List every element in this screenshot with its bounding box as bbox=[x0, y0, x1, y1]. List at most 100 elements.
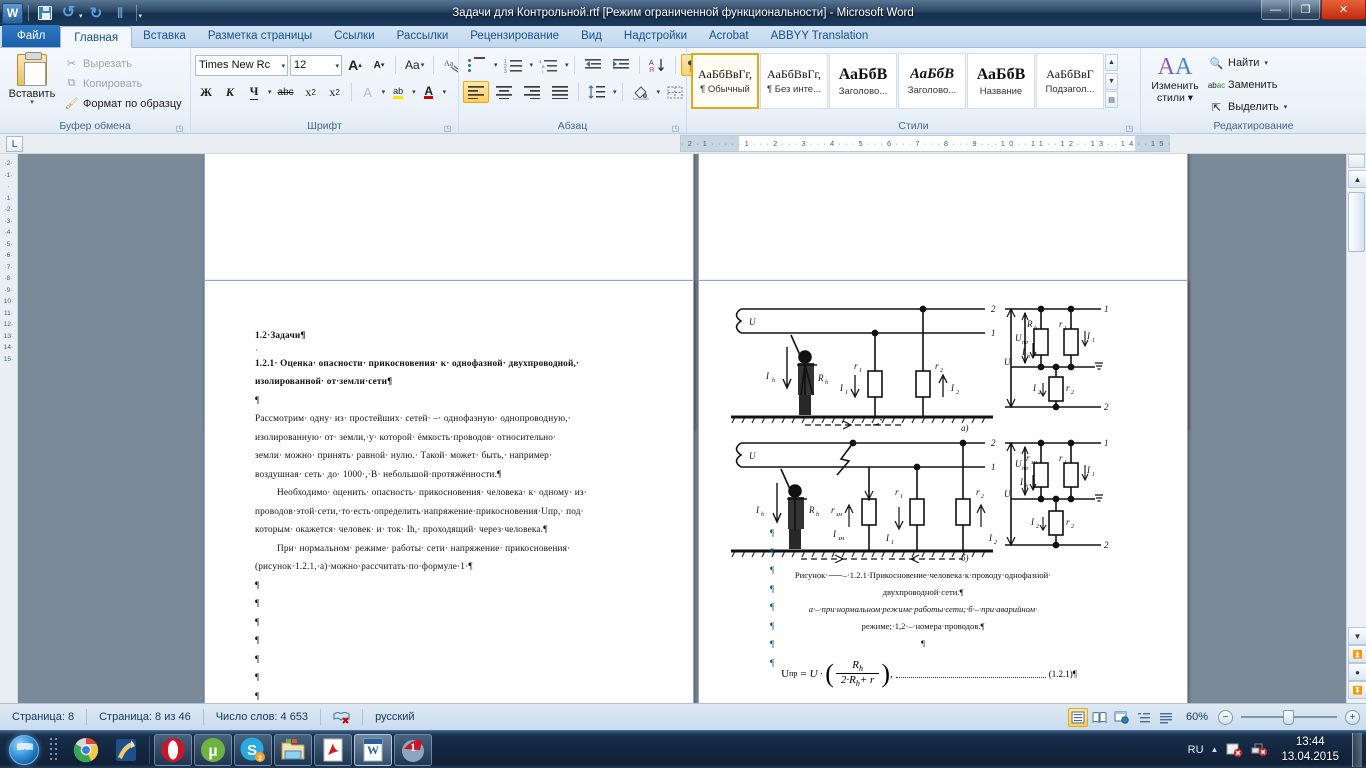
replace-button[interactable]: ab ac Заменить bbox=[1208, 75, 1287, 95]
font-size-dropdown-icon[interactable]: ▾ bbox=[335, 62, 339, 70]
taskbar-acrobat[interactable] bbox=[314, 733, 352, 766]
bold-button[interactable]: Ж bbox=[195, 81, 217, 103]
text-effects-button[interactable]: A bbox=[357, 81, 379, 103]
tab-acrobat[interactable]: Acrobat bbox=[698, 25, 760, 47]
taskbar-skype[interactable]: S 3 bbox=[234, 733, 272, 766]
line-spacing-button[interactable] bbox=[584, 81, 610, 103]
taskbar-1c[interactable]: 1 bbox=[394, 733, 432, 766]
vertical-ruler[interactable]: ·2· ·1· · ·1· ·2· ·3· ·4· ·5· ·6· ·7· ·8· ·9· 10· 11·… bbox=[0, 154, 18, 703]
sort-button[interactable]: АЯ bbox=[645, 54, 670, 76]
view-fullscreen-reading-button[interactable] bbox=[1090, 708, 1110, 727]
font-name-dropdown-icon[interactable]: ▾ bbox=[281, 62, 285, 70]
zoom-out-button[interactable]: − bbox=[1218, 709, 1233, 725]
find-button[interactable]: 🔍 Найти ▾ bbox=[1209, 53, 1287, 73]
font-color-caret-icon[interactable]: ▾ bbox=[443, 88, 447, 96]
scroll-up-button[interactable]: ▲ bbox=[1348, 170, 1366, 188]
system-tray[interactable]: RU ▲ 13:44 13.04.2015 bbox=[1188, 732, 1366, 767]
view-draft-button[interactable] bbox=[1156, 708, 1176, 727]
tab-stop-selector-button[interactable]: L bbox=[6, 136, 23, 152]
zoom-level-label[interactable]: 60% bbox=[1178, 704, 1216, 731]
styles-scroll-down-button[interactable]: ▼ bbox=[1105, 72, 1118, 90]
view-web-layout-button[interactable] bbox=[1112, 708, 1132, 727]
status-proofing[interactable] bbox=[321, 704, 362, 731]
page-current-left[interactable]: 1.2·Задачи¶ · 1.2.1· Оценка· опасности· … bbox=[204, 280, 694, 703]
formula-1-2-1[interactable]: Uпр = U · ( Rh 2·Rh+ r ) , (1.2.1)¶ bbox=[739, 659, 1119, 688]
clipboard-dialog-launcher[interactable]: ◳ bbox=[175, 124, 184, 133]
borders-button[interactable] bbox=[662, 81, 688, 103]
taskbar-chrome[interactable] bbox=[67, 734, 105, 766]
font-size-combo[interactable]: 12 ▾ bbox=[290, 54, 342, 76]
line-spacing-caret-icon[interactable]: ▾ bbox=[613, 88, 617, 96]
style-item-heading1[interactable]: АаБбВ Заголово... bbox=[829, 53, 897, 109]
paragraph-dialog-launcher[interactable]: ◳ bbox=[671, 124, 680, 133]
decrease-indent-button[interactable] bbox=[580, 54, 606, 76]
increase-indent-button[interactable] bbox=[608, 54, 634, 76]
multilevel-caret-icon[interactable]: ▾ bbox=[565, 61, 569, 69]
zoom-thumb[interactable] bbox=[1283, 710, 1294, 725]
font-name-combo[interactable]: Times New Rc ▾ bbox=[195, 54, 288, 76]
highlight-button[interactable]: ab bbox=[387, 81, 409, 103]
scroll-down-button[interactable]: ▼ bbox=[1348, 627, 1366, 645]
close-button[interactable]: ✕ bbox=[1321, 0, 1366, 20]
status-view-controls[interactable]: 60% − + bbox=[1067, 704, 1366, 731]
figure-1-2-1[interactable]: U 2 1 Ih Rh r1 r2 I1 I2 а) 1 2 U U пр I … bbox=[723, 295, 1123, 563]
select-caret-icon[interactable]: ▾ bbox=[1284, 103, 1288, 111]
tray-expand-icon[interactable]: ▲ bbox=[1211, 745, 1219, 754]
taskbar-photoshop[interactable] bbox=[107, 734, 145, 766]
start-button[interactable] bbox=[2, 733, 46, 767]
style-item-heading2[interactable]: АаБбВ Заголово... bbox=[898, 53, 966, 109]
subscript-button[interactable]: x2 bbox=[300, 81, 322, 103]
show-desktop-button[interactable] bbox=[1352, 732, 1362, 767]
taskbar-explorer[interactable] bbox=[274, 733, 312, 766]
taskbar-utorrent[interactable]: µ bbox=[194, 733, 232, 766]
style-item-subtitle[interactable]: АаБбВвГ Подзагол... bbox=[1036, 53, 1104, 109]
highlight-caret-icon[interactable]: ▾ bbox=[412, 88, 416, 96]
tray-antivirus-icon[interactable] bbox=[1225, 741, 1243, 759]
shrink-font-button[interactable]: A ▾ bbox=[368, 54, 390, 76]
tab-view[interactable]: Вид bbox=[570, 25, 613, 47]
select-button[interactable]: ⇱ Выделить ▾ bbox=[1209, 97, 1287, 117]
copy-button[interactable]: ⧉ Копировать bbox=[60, 74, 186, 93]
zoom-in-button[interactable]: + bbox=[1345, 709, 1360, 725]
zoom-slider[interactable] bbox=[1241, 709, 1337, 725]
tab-file[interactable]: Файл bbox=[2, 25, 61, 47]
tab-addins[interactable]: Надстройки bbox=[613, 25, 698, 47]
browse-object-button[interactable]: ● bbox=[1348, 663, 1366, 681]
style-item-no-spacing[interactable]: АаБбВвГг, ¶ Без инте... bbox=[760, 53, 828, 109]
styles-gallery-scroll[interactable]: ▲ ▼ ▤ bbox=[1105, 53, 1118, 109]
style-item-title[interactable]: АаБбВ Название bbox=[967, 53, 1035, 109]
tray-network-icon[interactable] bbox=[1250, 741, 1268, 759]
taskbar-opera[interactable] bbox=[154, 733, 192, 766]
tab-review[interactable]: Рецензирование bbox=[459, 25, 570, 47]
tab-mailings[interactable]: Рассылки bbox=[386, 25, 460, 47]
font-color-button[interactable]: A bbox=[418, 81, 440, 103]
status-language[interactable]: русский bbox=[363, 704, 426, 731]
change-case-button[interactable]: Aa ▾ bbox=[401, 54, 428, 76]
scroll-thumb[interactable] bbox=[1348, 192, 1365, 252]
tab-references[interactable]: Ссылки bbox=[323, 25, 386, 47]
change-styles-button[interactable]: AA Изменить стили ▾ bbox=[1145, 52, 1205, 104]
format-painter-button[interactable]: 🖌 Формат по образцу bbox=[60, 94, 186, 113]
paste-button[interactable]: Вставить ▾ bbox=[4, 52, 60, 106]
superscript-button[interactable]: x2 bbox=[324, 81, 346, 103]
view-outline-button[interactable] bbox=[1134, 708, 1154, 727]
paste-dropdown-icon[interactable]: ▾ bbox=[30, 99, 34, 106]
view-print-layout-button[interactable] bbox=[1067, 707, 1088, 727]
font-dialog-launcher[interactable]: ◳ bbox=[443, 124, 452, 133]
tray-language-indicator[interactable]: RU bbox=[1188, 744, 1204, 756]
horizontal-ruler[interactable]: ·2·1·····1···2···3···4···5···6···7···8··… bbox=[680, 135, 1170, 152]
window-controls[interactable]: — ❐ ✕ bbox=[1260, 0, 1366, 22]
styles-gallery[interactable]: АаБбВвГг, ¶ Обычный АаБбВвГг, ¶ Без инте… bbox=[691, 52, 1118, 109]
tab-abbyy-translation[interactable]: ABBYY Translation bbox=[760, 25, 880, 47]
bullets-button[interactable] bbox=[463, 54, 491, 76]
numbering-button[interactable]: 123 bbox=[500, 54, 527, 76]
style-item-normal[interactable]: АаБбВвГг, ¶ Обычный bbox=[691, 53, 759, 109]
align-left-button[interactable] bbox=[463, 81, 489, 103]
cut-button[interactable]: ✂ Вырезать bbox=[60, 54, 186, 73]
taskbar-clock[interactable]: 13:44 13.04.2015 bbox=[1275, 735, 1345, 765]
status-word-count[interactable]: Число слов: 4 653 bbox=[204, 704, 320, 731]
shading-button[interactable] bbox=[628, 81, 654, 103]
vertical-scrollbar[interactable]: ▲ ▼ ⏫ ● ⏬ bbox=[1346, 154, 1366, 703]
maximize-button[interactable]: ❐ bbox=[1291, 0, 1320, 20]
tab-insert[interactable]: Вставка bbox=[132, 25, 197, 47]
